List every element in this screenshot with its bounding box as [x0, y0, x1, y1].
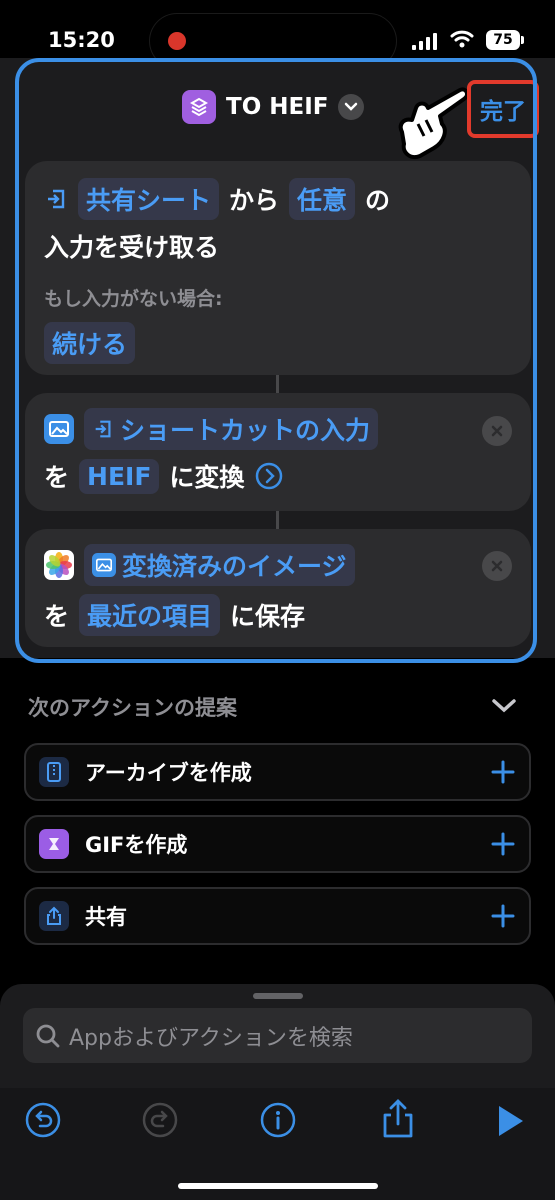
sheet-grabber[interactable]	[253, 993, 303, 999]
home-indicator	[178, 1183, 378, 1189]
status-time: 15:20	[48, 28, 115, 52]
suggestion-item-gif[interactable]: GIFを作成	[24, 815, 531, 873]
search-icon	[36, 1024, 60, 1047]
archive-icon	[39, 757, 69, 787]
add-icon[interactable]	[491, 760, 515, 784]
highlight-frame	[15, 58, 537, 663]
share-icon[interactable]	[380, 1098, 416, 1140]
redo-icon[interactable]	[141, 1101, 179, 1139]
gif-icon	[39, 829, 69, 859]
recording-indicator	[168, 32, 186, 50]
cellular-signal-icon	[412, 32, 437, 50]
chevron-down-icon[interactable]	[490, 696, 518, 716]
info-icon[interactable]	[259, 1101, 297, 1139]
search-field[interactable]: Appおよびアクションを検索	[23, 1008, 532, 1063]
suggestion-item-archive[interactable]: アーカイブを作成	[24, 743, 531, 801]
suggestion-label: 共有	[85, 905, 127, 929]
suggestions-header: 次のアクションの提案	[28, 696, 237, 720]
wifi-icon	[450, 30, 474, 48]
share-icon	[39, 901, 69, 931]
suggestion-label: GIFを作成	[85, 833, 188, 857]
search-placeholder: Appおよびアクションを検索	[69, 1025, 353, 1051]
undo-icon[interactable]	[24, 1101, 62, 1139]
add-icon[interactable]	[491, 832, 515, 856]
suggestion-item-share[interactable]: 共有	[24, 887, 531, 945]
suggestion-label: アーカイブを作成	[85, 761, 252, 785]
add-icon[interactable]	[491, 904, 515, 928]
battery-indicator: 75	[486, 30, 524, 50]
play-icon[interactable]	[496, 1104, 526, 1138]
